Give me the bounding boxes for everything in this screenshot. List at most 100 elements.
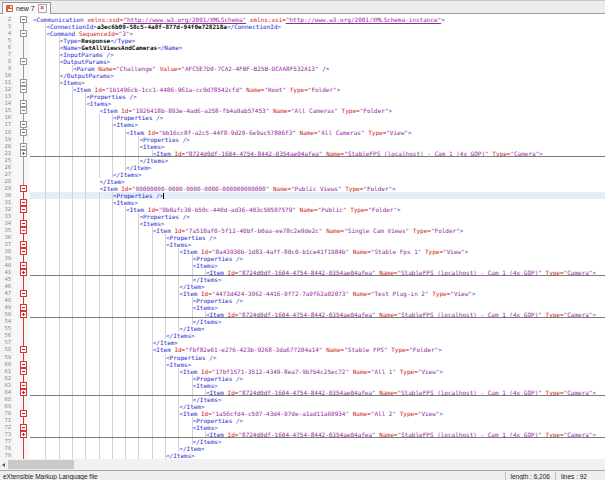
fold-expand-icon[interactable] [20, 389, 27, 396]
line-text[interactable]: <Items> [30, 382, 605, 389]
fold-margin[interactable] [13, 339, 30, 346]
fold-margin[interactable] [13, 16, 30, 23]
line-text[interactable]: </Items> [30, 276, 605, 283]
code-line[interactable]: 48<Properties /> [0, 297, 605, 304]
fold-collapse-icon[interactable] [20, 107, 27, 114]
line-text[interactable]: <Item Id="fbf82e61-e276-423b-9268-3da677… [30, 346, 605, 353]
code-line[interactable]: 72<Items> [0, 424, 605, 431]
fold-margin[interactable] [13, 121, 30, 128]
fold-margin[interactable] [13, 185, 30, 192]
code-line[interactable]: 61<Item Id="17bf1571-3512-4349-8ea7-9b7b… [0, 368, 605, 375]
line-text[interactable]: <Items> [30, 199, 605, 206]
fold-margin[interactable] [13, 58, 30, 65]
fold-collapse-icon[interactable] [20, 79, 27, 86]
code-line[interactable]: 59<Properties /> [0, 354, 605, 361]
code-line[interactable]: 34<Items> [0, 220, 605, 227]
code-line[interactable]: 4<Command SequenceId="3"> [0, 30, 605, 37]
fold-collapse-icon[interactable] [20, 185, 27, 192]
fold-margin[interactable] [13, 192, 30, 199]
line-text[interactable]: <Item Id="7a510af0-5f12-40bf-b0aa-ee78c2… [30, 227, 605, 234]
line-text[interactable]: </Item> [30, 325, 605, 332]
fold-margin[interactable] [13, 431, 30, 438]
fold-margin[interactable] [13, 445, 30, 452]
code-line[interactable]: 49<Items> [0, 304, 605, 311]
line-text[interactable]: <Item Id="1b1496cb-1cc1-4486-961a-cc9d78… [30, 86, 605, 93]
line-text[interactable]: <Communication xmlns:xsd="http://www.w3.… [30, 16, 605, 23]
code-line[interactable]: 9<Param Name="Challenge" Value="AFC5E7D0… [0, 65, 605, 72]
line-text[interactable]: </Item> [30, 283, 605, 290]
line-text[interactable]: <ConnectionId>a3ec6b09-58c5-4a8f-877d-94… [30, 23, 605, 30]
code-line[interactable]: 46</Item> [0, 283, 605, 290]
scroll-left-arrow-icon[interactable] [0, 459, 8, 470]
line-text[interactable]: <Command SequenceId="3"> [30, 30, 605, 37]
code-line[interactable]: 6<Name>GetAllViewsAndCameras</Name> [0, 44, 605, 51]
code-line[interactable]: 14<Items> [0, 100, 605, 107]
fold-margin[interactable] [13, 114, 30, 121]
fold-margin[interactable] [13, 410, 30, 417]
code-line[interactable]: 71<Properties /> [0, 417, 605, 424]
line-text[interactable]: <Properties /> [30, 417, 605, 424]
fold-margin[interactable] [13, 234, 30, 241]
fold-margin[interactable] [13, 318, 30, 325]
code-line[interactable]: 32<Item Id="0b0afc30-b50c-440d-ad36-403c… [0, 206, 605, 213]
fold-margin[interactable] [13, 157, 30, 164]
fold-margin[interactable] [13, 150, 30, 157]
fold-collapse-icon[interactable] [20, 361, 27, 368]
fold-margin[interactable] [13, 283, 30, 290]
line-text[interactable]: <Item Id="1a56cfd4-c507-43d4-97de-a1ad11… [30, 410, 605, 417]
fold-collapse-icon[interactable] [20, 241, 27, 248]
fold-margin[interactable] [13, 206, 30, 213]
code-line[interactable]: 17<Items> [0, 121, 605, 128]
fold-margin[interactable] [13, 417, 30, 424]
fold-margin[interactable] [13, 452, 30, 459]
code-line[interactable]: 33<Properties /> [0, 213, 605, 220]
fold-expand-icon[interactable] [20, 269, 27, 276]
code-line[interactable]: 10</OutputParams> [0, 72, 605, 79]
fold-margin[interactable] [13, 220, 30, 227]
fold-collapse-icon[interactable] [20, 220, 27, 227]
code-line[interactable]: 62<Properties /> [0, 375, 605, 382]
line-text[interactable]: <Items> [30, 79, 605, 86]
code-line[interactable]: 18<Item Id="bb16cc8f-a2c5-44f8-9d20-6e9a… [0, 129, 605, 136]
fold-collapse-icon[interactable] [20, 206, 27, 213]
line-text[interactable]: <Properties /> [30, 136, 605, 143]
fold-margin[interactable] [13, 396, 30, 403]
fold-margin[interactable] [13, 375, 30, 382]
fold-collapse-icon[interactable] [20, 121, 27, 128]
horizontal-scrollbar[interactable] [0, 459, 605, 470]
fold-collapse-icon[interactable] [20, 86, 27, 93]
code-line[interactable]: 60<Items> [0, 361, 605, 368]
fold-margin[interactable] [13, 332, 30, 339]
fold-collapse-icon[interactable] [20, 16, 27, 23]
code-line[interactable]: 28</Item> [0, 178, 605, 185]
fold-margin[interactable] [13, 65, 30, 72]
code-line[interactable]: 12<Item Id="1b1496cb-1cc1-4486-961a-cc9d… [0, 86, 605, 93]
code-line[interactable]: 69</Item> [0, 403, 605, 410]
line-text[interactable]: </Items> [30, 452, 605, 459]
line-text[interactable]: <Properties /> [30, 297, 605, 304]
line-text[interactable]: <Item Id="8a43930b-1d83-4aff-80c0-b1ce41… [30, 248, 605, 255]
code-line[interactable]: 13<Properties /> [0, 93, 605, 100]
line-text[interactable]: <InputParams /> [30, 51, 605, 58]
code-line[interactable]: 40<Items> [0, 262, 605, 269]
line-text[interactable]: </Items> [30, 332, 605, 339]
code-line[interactable]: 15<Item Id="1926418b-893e-4ad6-a258-fb4a… [0, 107, 605, 114]
fold-margin[interactable] [13, 403, 30, 410]
line-text[interactable]: </Item> [30, 178, 605, 185]
fold-margin[interactable] [13, 297, 30, 304]
fold-collapse-icon[interactable] [20, 58, 27, 65]
fold-margin[interactable] [13, 382, 30, 389]
line-text[interactable]: </Items> [30, 396, 605, 403]
code-line[interactable]: 79</Items> [0, 452, 605, 459]
editor-pane[interactable]: 2<Communication xmlns:xsd="http://www.w3… [0, 14, 605, 459]
line-text[interactable]: <Param Name="Challenge" Value="AFC5E7D0-… [30, 65, 605, 72]
code-line[interactable]: 38<Item Id="8a43930b-1d83-4aff-80c0-b1ce… [0, 248, 605, 255]
code-line[interactable]: 73<Item Id="8724d0df-1604-4754-8442-0354… [0, 431, 605, 438]
fold-margin[interactable] [13, 178, 30, 185]
code-line[interactable]: 3<ConnectionId>a3ec6b09-58c5-4a8f-877d-9… [0, 23, 605, 30]
line-text[interactable]: <Items> [30, 361, 605, 368]
fold-margin[interactable] [13, 129, 30, 136]
line-text[interactable]: </Item> [30, 403, 605, 410]
line-text[interactable]: <Item Id="4473d424-3962-4416-9f72-7a9f62… [30, 290, 605, 297]
code-line[interactable]: 19<Properties /> [0, 136, 605, 143]
